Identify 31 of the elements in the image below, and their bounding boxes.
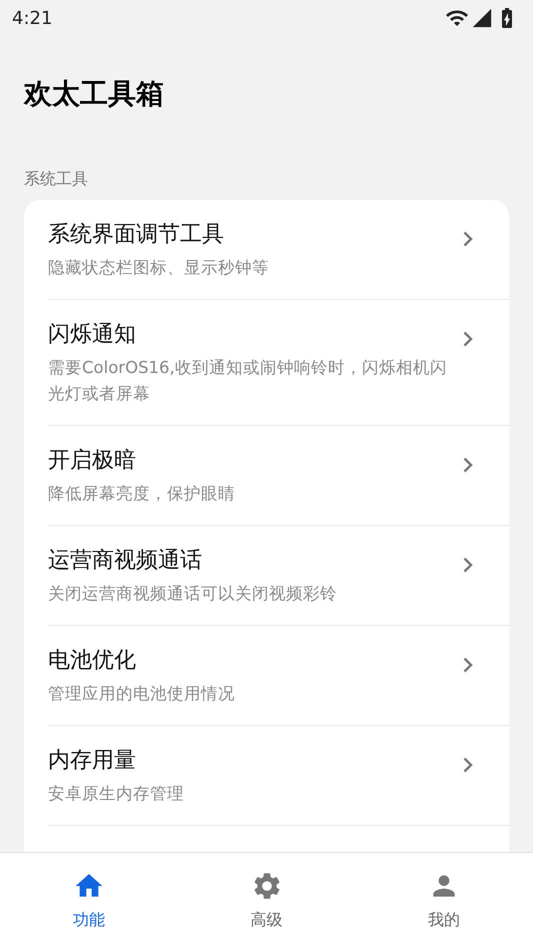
item-title: 开启极暗	[48, 447, 137, 475]
chevron-icon	[463, 231, 473, 247]
item-description: 隐藏状态栏图标、显示秒钟等	[48, 257, 270, 279]
nav-tab[interactable]: 高级	[178, 853, 356, 948]
item-title: 闪烁通知	[48, 321, 137, 349]
item-description: 安卓原生内存管理	[48, 783, 185, 805]
item-description: 降低屏幕亮度，保护眼睛	[48, 483, 236, 505]
nav-tab[interactable]: 功能	[0, 853, 178, 948]
item-title: 内存用量	[48, 747, 137, 775]
chevron-icon	[463, 757, 473, 773]
app-title: 欢太工具箱	[24, 76, 165, 112]
item-description: 需要ColorOS16,收到通知或闹钟响铃时，闪烁相机闪光灯或者屏幕	[48, 357, 448, 405]
chevron-icon	[463, 331, 473, 347]
item-title: 电池优化	[48, 647, 137, 675]
item-description: 管理应用的电池使用情况	[48, 683, 236, 705]
item-description: 关闭运营商视频通话可以关闭视频彩铃	[48, 583, 338, 605]
tool-item[interactable]: 电池优化 管理应用的电池使用情况	[48, 626, 509, 726]
tool-item[interactable]: 运营商视频通话 关闭运营商视频通话可以关闭视频彩铃	[48, 526, 509, 626]
tool-item[interactable]: 开启极暗 降低屏幕亮度，保护眼睛	[48, 426, 509, 526]
item-title: 系统界面调节工具	[48, 221, 225, 249]
chevron-icon	[463, 557, 473, 573]
item-title: 运营商视频通话	[48, 547, 203, 575]
chevron-icon	[463, 657, 473, 673]
section-label: 系统工具	[24, 168, 89, 190]
nav-tab[interactable]: 我的	[355, 853, 533, 948]
signal-icon	[471, 7, 493, 29]
tool-item[interactable]: 系统界面调节工具 隐藏状态栏图标、显示秒钟等	[48, 200, 509, 300]
tool-item[interactable]: 闪烁通知 需要ColorOS16,收到通知或闹钟响铃时，闪烁相机闪光灯或者屏幕	[48, 300, 509, 426]
tool-item[interactable]: 内存用量 安卓原生内存管理	[48, 726, 509, 826]
chevron-icon	[463, 457, 473, 473]
status-time: 4:21	[12, 8, 52, 28]
